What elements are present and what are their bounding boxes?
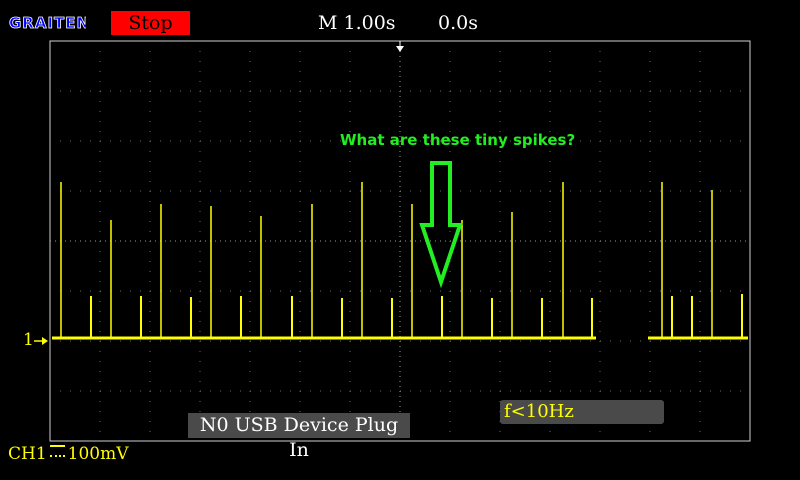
frequency-readout: f<10Hz xyxy=(500,400,664,424)
ch1-settings[interactable]: CH1 100mV xyxy=(8,443,129,465)
annotation-text: What are these tiny spikes? xyxy=(340,131,576,149)
ch1-name: CH1 xyxy=(8,444,47,464)
ch1-marker-label: 1 xyxy=(23,330,34,350)
annotation-arrow xyxy=(419,161,463,289)
ch1-level-marker xyxy=(34,337,48,345)
dc-coupling-icon xyxy=(49,445,65,457)
graticule-center-axes xyxy=(50,41,750,441)
trigger-position-marker xyxy=(396,46,404,52)
waveform-display xyxy=(34,40,751,442)
ch1-scale: 100mV xyxy=(67,444,129,464)
usb-status-message: N0 USB Device Plug In xyxy=(188,413,410,461)
ch1-trace xyxy=(52,182,748,340)
